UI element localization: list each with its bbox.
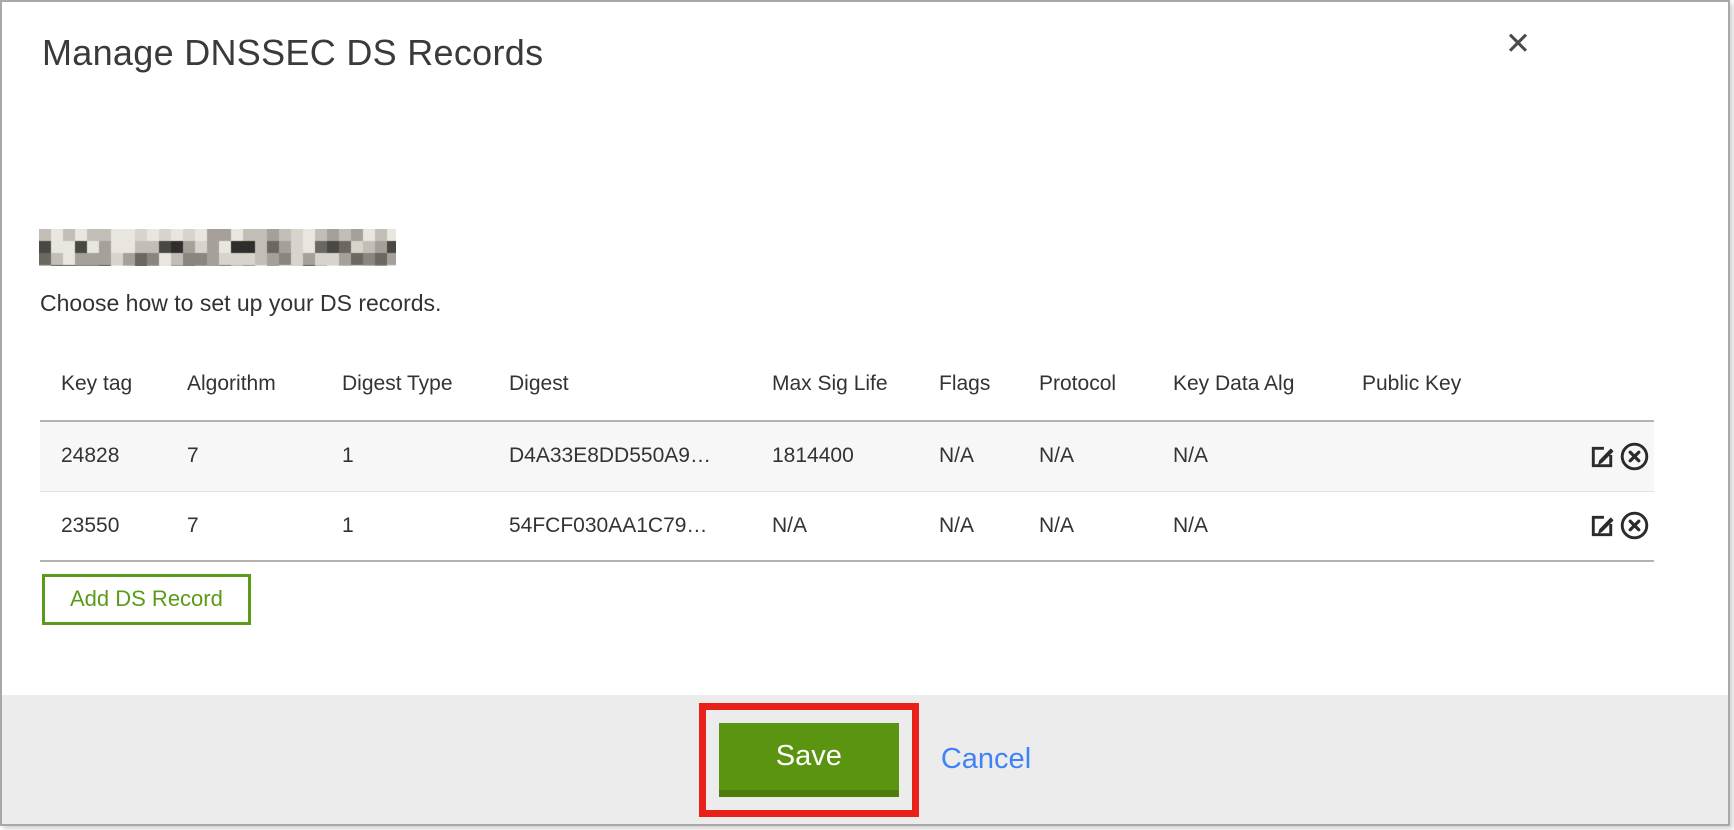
column-header-key-data-alg: Key Data Alg (1173, 360, 1362, 421)
column-header-protocol: Protocol (1039, 360, 1173, 421)
instruction-text: Choose how to set up your DS records. (40, 290, 441, 317)
footer-bar: Save Cancel (2, 695, 1728, 824)
cell-key-data-alg: N/A (1173, 491, 1362, 561)
cell-key-data-alg: N/A (1173, 421, 1362, 491)
row-actions (1575, 421, 1654, 491)
cell-max-sig-life: 1814400 (772, 421, 939, 491)
delete-record-button[interactable] (1619, 441, 1650, 472)
save-annotation-highlight: Save (699, 703, 919, 817)
cell-protocol: N/A (1039, 421, 1173, 491)
edit-record-button[interactable] (1587, 441, 1618, 472)
cell-public-key (1362, 491, 1575, 561)
redacted-domain-name (39, 229, 396, 266)
edit-record-button[interactable] (1587, 510, 1618, 541)
column-header-actions (1575, 360, 1654, 421)
cell-algorithm: 7 (187, 491, 342, 561)
column-header-key-tag: Key tag (40, 360, 187, 421)
cell-key-tag: 24828 (40, 421, 187, 491)
ds-records-table: Key tag Algorithm Digest Type Digest Max… (40, 360, 1654, 562)
column-header-flags: Flags (939, 360, 1039, 421)
cell-digest: 54FCF030AA1C79… (509, 491, 772, 561)
cell-digest: D4A33E8DD550A9… (509, 421, 772, 491)
edit-icon (1587, 510, 1618, 541)
cancel-link[interactable]: Cancel (941, 743, 1031, 776)
cell-key-tag: 23550 (40, 491, 187, 561)
column-header-max-sig-life: Max Sig Life (772, 360, 939, 421)
column-header-public-key: Public Key (1362, 360, 1575, 421)
table-header-row: Key tag Algorithm Digest Type Digest Max… (40, 360, 1654, 421)
cell-digest-type: 1 (342, 491, 509, 561)
cell-flags: N/A (939, 491, 1039, 561)
delete-icon (1619, 441, 1650, 472)
column-header-algorithm: Algorithm (187, 360, 342, 421)
table-row: 23550 7 1 54FCF030AA1C79… N/A N/A N/A N/… (40, 491, 1654, 561)
cell-flags: N/A (939, 421, 1039, 491)
table-row: 24828 7 1 D4A33E8DD550A9… 1814400 N/A N/… (40, 421, 1654, 491)
cell-protocol: N/A (1039, 491, 1173, 561)
column-header-digest-type: Digest Type (342, 360, 509, 421)
save-button[interactable]: Save (719, 723, 899, 797)
add-ds-record-button[interactable]: Add DS Record (42, 574, 251, 625)
delete-icon (1619, 510, 1650, 541)
cell-digest-type: 1 (342, 421, 509, 491)
column-header-digest: Digest (509, 360, 772, 421)
edit-icon (1587, 441, 1618, 472)
ds-table-body: 24828 7 1 D4A33E8DD550A9… 1814400 N/A N/… (40, 421, 1654, 561)
dnssec-ds-records-dialog: Manage DNSSEC DS Records ✕ Choose how to… (0, 0, 1730, 826)
row-actions (1575, 491, 1654, 561)
cell-public-key (1362, 421, 1575, 491)
delete-record-button[interactable] (1619, 510, 1650, 541)
cell-algorithm: 7 (187, 421, 342, 491)
close-icon[interactable]: ✕ (1496, 22, 1540, 66)
cell-max-sig-life: N/A (772, 491, 939, 561)
page-title: Manage DNSSEC DS Records (42, 32, 543, 74)
